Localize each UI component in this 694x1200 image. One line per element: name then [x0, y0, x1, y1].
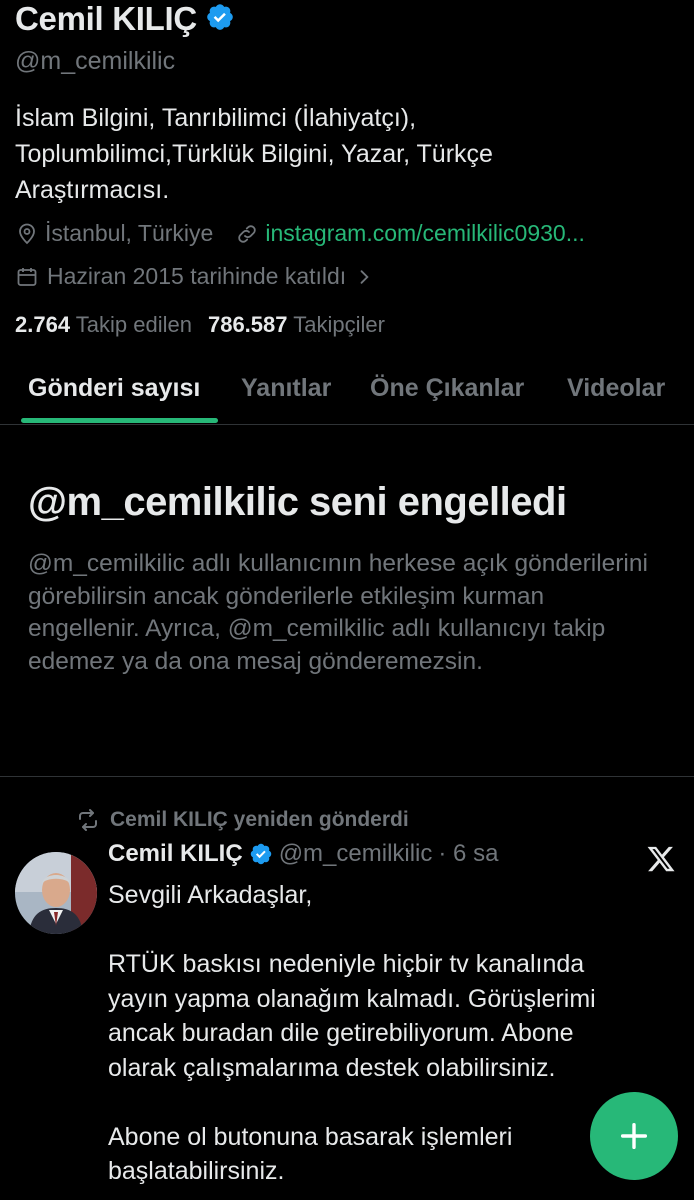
- verified-badge-icon[interactable]: [205, 2, 235, 37]
- x-logo-icon[interactable]: [646, 844, 676, 879]
- post-author-name[interactable]: Cemil KILIÇ: [108, 840, 243, 868]
- post-author-handle[interactable]: @m_cemilkilic: [279, 840, 433, 868]
- post-text: Sevgili Arkadaşlar, RTÜK baskısı nedeniy…: [108, 881, 596, 1185]
- post-header: Cemil KILIÇ @m_cemilkilic · 6 sa: [108, 840, 498, 868]
- profile-location: İstanbul, Türkiye: [45, 220, 214, 246]
- following-stat[interactable]: 2.764 Takip edilen: [15, 312, 192, 338]
- blocked-description: @m_cemilkilic adlı kullanıcının herkese …: [28, 550, 648, 675]
- profile-name: Cemil KILIÇ: [15, 0, 197, 37]
- compose-button[interactable]: [590, 1092, 678, 1180]
- repost-indicator: Cemil KILIÇ yeniden gönderdi: [76, 808, 409, 832]
- avatar[interactable]: [15, 852, 97, 934]
- link-icon: [235, 222, 259, 246]
- location-icon: [15, 222, 39, 246]
- chevron-right-icon: [354, 267, 374, 287]
- profile-website-link[interactable]: instagram.com/cemilkilic0930...: [265, 220, 585, 247]
- following-count: 2.764: [15, 312, 71, 337]
- profile-meta-row: İstanbul, Türkiye instagram.com/cemilkil…: [15, 220, 585, 247]
- active-tab-indicator: [21, 418, 218, 423]
- tab-highlights[interactable]: Öne Çıkanlar: [370, 374, 524, 403]
- tab-videos[interactable]: Videolar: [567, 374, 665, 403]
- plus-icon: [617, 1119, 651, 1153]
- followers-stat[interactable]: 786.587 Takipçiler: [208, 312, 385, 338]
- blocked-title: @m_cemilkilic seni engelledi: [28, 480, 567, 524]
- followers-label: Takipçiler: [293, 312, 385, 337]
- profile-tabs: Gönderi sayısı Yanıtlar Öne Çıkanlar Vid…: [0, 362, 694, 425]
- tab-posts[interactable]: Gönderi sayısı: [28, 374, 200, 403]
- profile-joined-row[interactable]: Haziran 2015 tarihinde katıldı: [15, 263, 374, 290]
- tab-replies[interactable]: Yanıtlar: [241, 374, 331, 403]
- following-label: Takip edilen: [75, 312, 192, 337]
- profile-stats: 2.764 Takip edilen 786.587 Takipçiler: [15, 312, 385, 338]
- profile-name-row: Cemil KILIÇ: [15, 0, 235, 38]
- profile-bio: İslam Bilgini, Tanrıbilimci (İlahiyatçı)…: [15, 104, 493, 204]
- repost-icon: [76, 808, 100, 832]
- divider: [0, 776, 694, 777]
- profile-joined: Haziran 2015 tarihinde katıldı: [47, 263, 347, 289]
- calendar-icon: [15, 265, 39, 289]
- verified-badge-icon: [249, 842, 273, 866]
- profile-handle: @m_cemilkilic: [15, 47, 176, 75]
- post-time[interactable]: · 6 sa: [438, 840, 498, 868]
- followers-count: 786.587: [207, 312, 288, 337]
- repost-label: Cemil KILIÇ yeniden gönderdi: [110, 808, 409, 831]
